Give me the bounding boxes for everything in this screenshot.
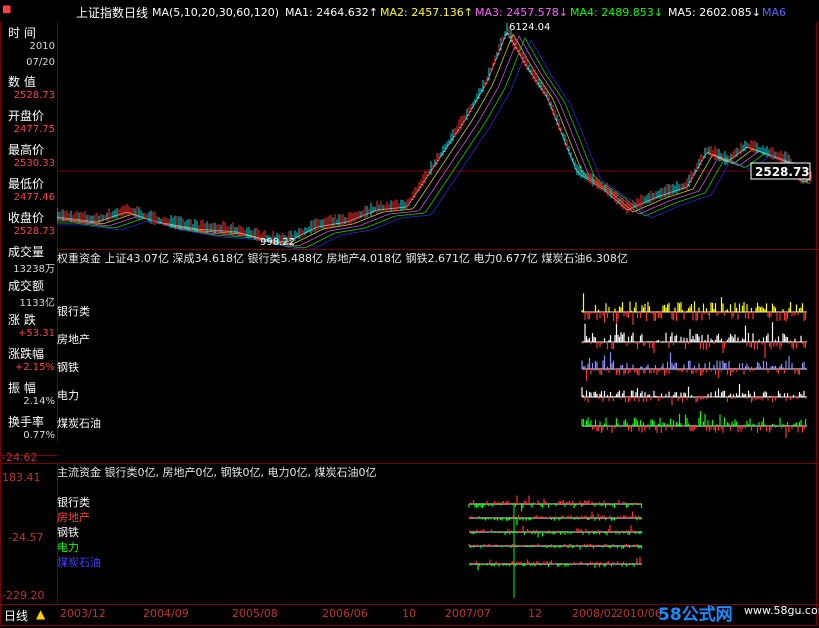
quote-label: 振 幅 <box>8 381 36 395</box>
chart-title: 上证指数日线 <box>76 6 149 20</box>
quote-value: +2.15% <box>14 362 55 373</box>
date-tick-label: 2003/12 <box>60 607 106 620</box>
period-toggle-icon[interactable]: ▲ <box>36 607 45 621</box>
quote-value: +53.31 <box>17 328 55 339</box>
panel2-title: 权重资金 <box>57 252 101 265</box>
date-tick-label: 2008/02 <box>572 607 618 620</box>
ma-params: MA(5,10,20,30,60,120) <box>152 6 280 19</box>
watermark-url: www.58gu.com <box>744 604 819 617</box>
low-price-label: 998.22 <box>260 237 295 248</box>
quote-value: 2477.46 <box>13 192 55 203</box>
panel3-axis-mid: -24.57 <box>8 531 44 544</box>
quote-label: 涨跌幅 <box>8 347 45 361</box>
panel2-title-row: 权重资金 上证43.07亿 深成34.618亿 银行类5.488亿 房地产4.0… <box>57 250 628 266</box>
quote-value: 0.77% <box>23 430 55 441</box>
date-tick-label: 12 <box>528 607 542 620</box>
ma6-value: MA6 <box>762 6 787 19</box>
moving-average-line <box>57 33 811 245</box>
quote-label: 最低价 <box>8 177 45 191</box>
current-price-label: 2528.73 <box>755 165 810 179</box>
quote-label: 涨 跌 <box>8 313 36 327</box>
panel2-summary: 上证43.07亿 深成34.618亿 银行类5.488亿 房地产4.018亿 钢… <box>104 252 628 265</box>
panel3-axis-bottom: -229.20 <box>2 589 45 602</box>
quote-label: 收盘价 <box>8 211 45 225</box>
moving-average-line <box>57 39 811 249</box>
quote-value: 2477.75 <box>13 124 55 135</box>
date-tick-label: 10 <box>402 607 416 620</box>
main-fund-chart[interactable] <box>57 478 819 604</box>
quote-label: 开盘价 <box>8 109 45 123</box>
quote-value: 1133亿 <box>19 298 55 309</box>
quote-label: 成交量 <box>8 245 45 259</box>
quote-value: 2528.73 <box>13 226 55 237</box>
quote-value: 2528.73 <box>13 90 55 101</box>
date-tick-label: 2007/07 <box>445 607 491 620</box>
ma4-value: MA4: 2489.853↓ <box>570 6 663 19</box>
quote-value: 2.14% <box>23 396 55 407</box>
watermark-logo: 58公式网 <box>658 605 733 625</box>
moving-average-line <box>57 37 811 249</box>
moving-average-line <box>57 35 811 247</box>
panel3-axis-top: 183.41 <box>2 471 41 484</box>
quote-info-panel: 时 间 2010 07/20 数 值 2528.73 开盘价 2477.75 最高价 2530.… <box>0 22 58 442</box>
quote-value: 2010 <box>29 41 55 52</box>
moving-average-line <box>57 31 811 243</box>
chart-menu-icon[interactable]: ■ <box>2 4 11 15</box>
quote-value: 13238万 <box>13 264 55 275</box>
peak-price-label: 6124.04 <box>509 22 550 33</box>
quote-label: 成交额 <box>8 279 45 293</box>
ma3-value: MA3: 2457.578↓ <box>475 6 568 19</box>
price-chart[interactable]: 6124.04 998.22 2528.73 <box>57 22 819 249</box>
ma5-value: MA5: 2602.085↓ <box>668 6 761 19</box>
panel3-axis: 183.41 -24.57 -229.20 <box>0 463 58 605</box>
quote-label: 换手率 <box>8 415 45 429</box>
quote-label: 时 间 <box>8 26 36 40</box>
period-selector[interactable]: 日线 <box>4 607 28 624</box>
chart-header: ■ 上证指数日线 MA(5,10,20,30,60,120) MA1: 2464… <box>0 0 819 22</box>
ma1-value: MA1: 2464.632↑ <box>285 6 378 19</box>
date-tick-label: 2010/06 <box>616 607 662 620</box>
quote-value: 2530.33 <box>13 158 55 169</box>
quote-label: 数 值 <box>8 75 36 89</box>
ma2-value: MA2: 2457.136↑ <box>380 6 473 19</box>
quote-value: 07/20 <box>26 57 55 68</box>
date-tick-label: 2005/08 <box>232 607 278 620</box>
weight-fund-chart[interactable] <box>57 265 819 455</box>
quote-label: 最高价 <box>8 143 45 157</box>
date-tick-label: 2006/06 <box>322 607 368 620</box>
date-tick-label: 2004/09 <box>143 607 189 620</box>
